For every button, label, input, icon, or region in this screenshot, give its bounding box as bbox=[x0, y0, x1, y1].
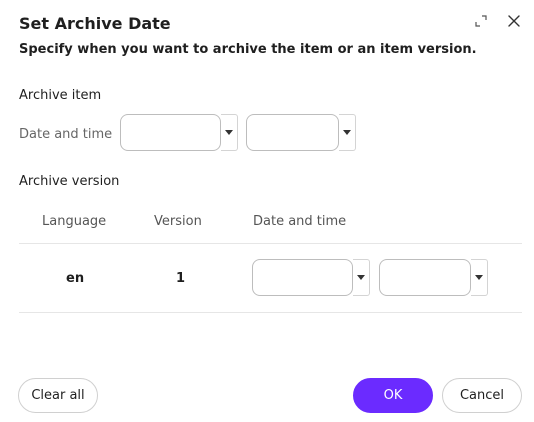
version-date-input[interactable] bbox=[252, 259, 353, 296]
table-row-divider bbox=[19, 312, 522, 313]
set-archive-date-dialog: Set Archive Date Specify when you want t… bbox=[0, 0, 534, 422]
chevron-down-icon bbox=[357, 275, 365, 280]
chevron-down-icon bbox=[475, 275, 483, 280]
item-date-dropdown-button[interactable] bbox=[221, 114, 238, 151]
ok-button[interactable]: OK bbox=[353, 378, 433, 413]
version-date-combo bbox=[252, 259, 370, 296]
table-header-divider bbox=[19, 243, 522, 244]
dialog-subtitle: Specify when you want to archive the ite… bbox=[19, 42, 477, 57]
dialog-title: Set Archive Date bbox=[19, 14, 171, 33]
item-time-dropdown-button[interactable] bbox=[339, 114, 356, 151]
row-version: 1 bbox=[176, 271, 186, 286]
cancel-button[interactable]: Cancel bbox=[442, 378, 522, 413]
archive-version-label: Archive version bbox=[19, 174, 120, 189]
version-date-dropdown-button[interactable] bbox=[353, 259, 370, 296]
chevron-down-icon bbox=[343, 130, 351, 135]
column-header-date-time: Date and time bbox=[253, 214, 347, 229]
item-date-input[interactable] bbox=[120, 114, 221, 151]
expand-icon[interactable] bbox=[472, 12, 490, 30]
item-date-combo bbox=[120, 114, 238, 151]
row-language: en bbox=[66, 271, 85, 286]
item-time-combo bbox=[246, 114, 356, 151]
version-time-combo bbox=[379, 259, 488, 296]
version-time-input[interactable] bbox=[379, 259, 471, 296]
column-header-language: Language bbox=[42, 214, 107, 229]
item-time-input[interactable] bbox=[246, 114, 339, 151]
column-header-version: Version bbox=[154, 214, 202, 229]
version-time-dropdown-button[interactable] bbox=[471, 259, 488, 296]
clear-all-button[interactable]: Clear all bbox=[18, 378, 98, 413]
close-icon[interactable] bbox=[505, 12, 523, 30]
item-date-time-label: Date and time bbox=[19, 127, 113, 142]
chevron-down-icon bbox=[225, 130, 233, 135]
archive-item-label: Archive item bbox=[19, 88, 102, 103]
